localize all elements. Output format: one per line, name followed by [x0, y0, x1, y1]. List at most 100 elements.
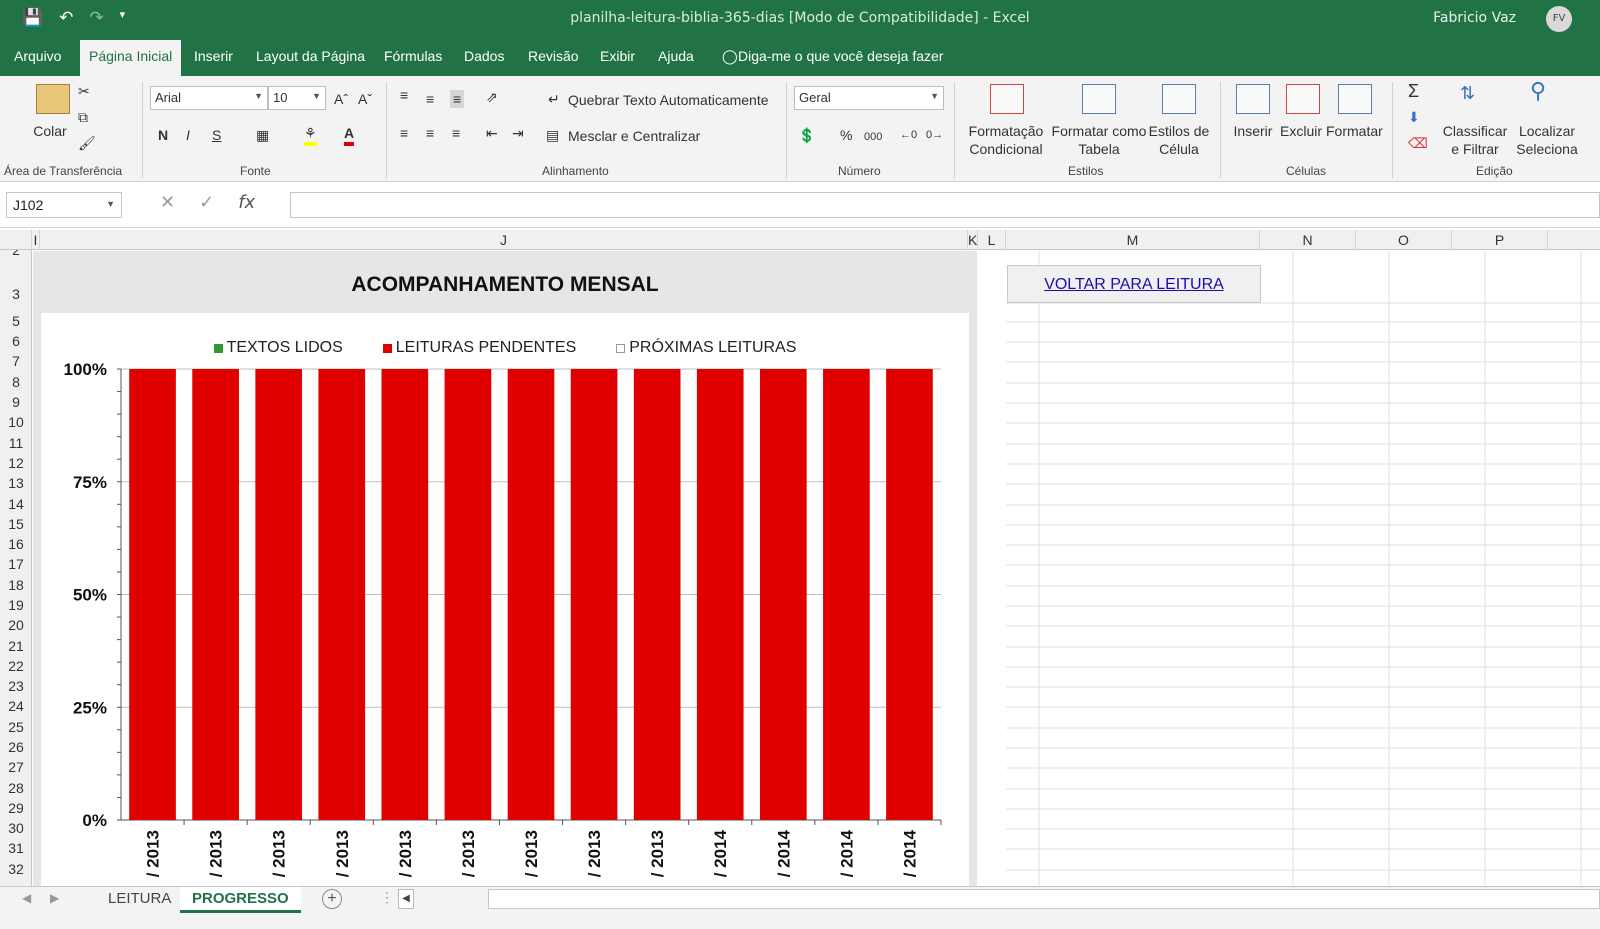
column-header-o[interactable]: O — [1356, 230, 1452, 250]
cancel-icon[interactable]: ✕ — [160, 192, 175, 213]
grow-font-icon[interactable]: Aˆ — [334, 90, 348, 108]
row-header[interactable]: 6 — [0, 333, 31, 349]
row-header[interactable]: 20 — [0, 617, 31, 633]
currency-icon[interactable]: 💲 — [798, 126, 815, 144]
row-header[interactable]: 10 — [0, 414, 31, 430]
tab-revisao[interactable]: Revisão — [528, 48, 579, 64]
align-center-icon[interactable]: ≡ — [426, 124, 434, 142]
cell-styles-button[interactable]: Estilos de Célula — [1148, 122, 1210, 158]
tab-dados[interactable]: Dados — [464, 48, 504, 64]
chart-plot-area[interactable]: TEXTOS LIDOS LEITURAS PENDENTES PRÓXIMAS… — [41, 313, 969, 886]
find-select-button[interactable]: Localizar Seleciona — [1512, 122, 1582, 158]
row-header[interactable]: 12 — [0, 455, 31, 471]
tab-ajuda[interactable]: Ajuda — [658, 48, 694, 64]
format-painter-icon[interactable]: 🖌 — [78, 134, 96, 152]
cut-icon[interactable]: ✂ — [78, 82, 90, 100]
back-to-reading-link[interactable]: VOLTAR PARA LEITURA — [1007, 265, 1261, 303]
insert-function-icon[interactable]: fx — [238, 192, 255, 213]
copy-icon[interactable]: ⧉ — [78, 108, 88, 126]
tab-exibir[interactable]: Exibir — [600, 48, 635, 64]
row-header[interactable]: 25 — [0, 719, 31, 735]
add-sheet-icon[interactable]: + — [322, 889, 342, 909]
hscroll-left-icon[interactable]: ◀ — [398, 889, 414, 909]
column-header-j[interactable]: J — [40, 230, 968, 250]
clear-icon[interactable]: ⌫ — [1408, 134, 1428, 152]
row-header[interactable]: 29 — [0, 800, 31, 816]
row-header[interactable]: 15 — [0, 516, 31, 532]
chart-container[interactable]: ACOMPANHAMENTO MENSAL TEXTOS LIDOS LEITU… — [33, 251, 977, 886]
decrease-indent-icon[interactable]: ⇤ — [486, 124, 498, 142]
shrink-font-icon[interactable]: Aˇ — [358, 90, 372, 108]
conditional-format-button[interactable]: Formatação Condicional — [964, 122, 1048, 158]
row-header[interactable]: 18 — [0, 577, 31, 593]
increase-indent-icon[interactable]: ⇥ — [512, 124, 524, 142]
row-header[interactable]: 19 — [0, 597, 31, 613]
orientation-icon[interactable]: ⇗ — [486, 88, 498, 106]
row-header[interactable]: 31 — [0, 840, 31, 856]
tab-layout[interactable]: Layout da Página — [256, 48, 365, 64]
column-header-k[interactable]: K — [968, 230, 978, 250]
row-header[interactable]: 24 — [0, 698, 31, 714]
column-header-n[interactable]: N — [1260, 230, 1356, 250]
column-header-m[interactable]: M — [1006, 230, 1260, 250]
name-box[interactable]: J102 ▼ — [6, 192, 122, 218]
row-header[interactable]: 30 — [0, 820, 31, 836]
row-header[interactable]: 32 — [0, 861, 31, 877]
decrease-decimal-icon[interactable]: 0→ — [926, 126, 943, 144]
thousands-button[interactable]: 000 — [864, 128, 882, 146]
bold-button[interactable]: N — [158, 126, 168, 144]
paste-button[interactable]: Colar — [30, 122, 70, 140]
row-header[interactable]: 11 — [0, 435, 31, 451]
tab-formulas[interactable]: Fórmulas — [384, 48, 442, 64]
row-header[interactable]: 14 — [0, 496, 31, 512]
row-header[interactable]: 5 — [0, 313, 31, 329]
number-format-select[interactable]: Geral ▼ — [794, 86, 944, 110]
row-header[interactable]: 23 — [0, 678, 31, 694]
tab-pagina-inicial[interactable]: Página Inicial — [80, 40, 182, 76]
fill-color-icon[interactable]: ⚘ — [304, 124, 317, 146]
sheet-tab-progresso[interactable]: PROGRESSO — [180, 887, 301, 913]
tab-arquivo[interactable]: Arquivo — [14, 48, 61, 64]
user-name[interactable]: Fabricio Vaz — [1433, 10, 1516, 26]
row-header[interactable]: 26 — [0, 739, 31, 755]
increase-decimal-icon[interactable]: ←0 — [900, 126, 917, 144]
insert-cells-button[interactable]: Inserir — [1230, 122, 1276, 140]
align-middle-icon[interactable]: ≡ — [426, 90, 434, 108]
worksheet-grid[interactable]: ACOMPANHAMENTO MENSAL TEXTOS LIDOS LEITU… — [33, 251, 1600, 886]
row-header[interactable]: 3 — [0, 286, 31, 302]
align-left-icon[interactable]: ≡ — [400, 124, 408, 142]
borders-icon[interactable]: ▦ — [256, 126, 269, 144]
column-header-i[interactable]: I — [32, 230, 40, 250]
select-all-corner[interactable] — [0, 230, 32, 250]
column-header-l[interactable]: L — [978, 230, 1006, 250]
row-header[interactable]: 9 — [0, 394, 31, 410]
font-size-select[interactable]: 10 ▼ — [268, 86, 326, 110]
fill-icon[interactable]: ⬇ — [1408, 108, 1420, 126]
font-name-select[interactable]: Arial ▼ — [150, 86, 268, 110]
merge-center-button[interactable]: Mesclar e Centralizar — [568, 127, 700, 145]
avatar[interactable]: FV — [1546, 6, 1572, 32]
delete-cells-button[interactable]: Excluir — [1280, 122, 1322, 140]
horizontal-scrollbar[interactable] — [488, 889, 1600, 909]
row-header[interactable]: 28 — [0, 780, 31, 796]
align-right-icon[interactable]: ≡ — [452, 124, 460, 142]
sort-filter-button[interactable]: Classificar e Filtrar — [1442, 122, 1508, 158]
row-header[interactable]: 17 — [0, 556, 31, 572]
percent-button[interactable]: % — [840, 126, 852, 144]
row-header[interactable]: 8 — [0, 374, 31, 390]
row-header[interactable]: 27 — [0, 759, 31, 775]
row-header[interactable]: 2 — [0, 250, 31, 258]
paste-icon[interactable] — [36, 84, 70, 114]
column-header-p[interactable]: P — [1452, 230, 1548, 250]
italic-button[interactable]: I — [186, 126, 190, 144]
align-top-icon[interactable]: ≡ — [400, 86, 408, 104]
row-header[interactable]: 22 — [0, 658, 31, 674]
scroll-left-icon[interactable]: ◀ — [22, 891, 31, 905]
row-header[interactable]: 13 — [0, 475, 31, 491]
font-color-icon[interactable]: A — [344, 124, 355, 146]
autosum-icon[interactable]: Σ — [1408, 82, 1419, 100]
tab-inserir[interactable]: Inserir — [194, 48, 233, 64]
wrap-text-button[interactable]: Quebrar Texto Automaticamente — [568, 91, 769, 109]
enter-icon[interactable]: ✓ — [199, 192, 214, 213]
sheet-tab-leitura[interactable]: LEITURA — [96, 887, 183, 913]
